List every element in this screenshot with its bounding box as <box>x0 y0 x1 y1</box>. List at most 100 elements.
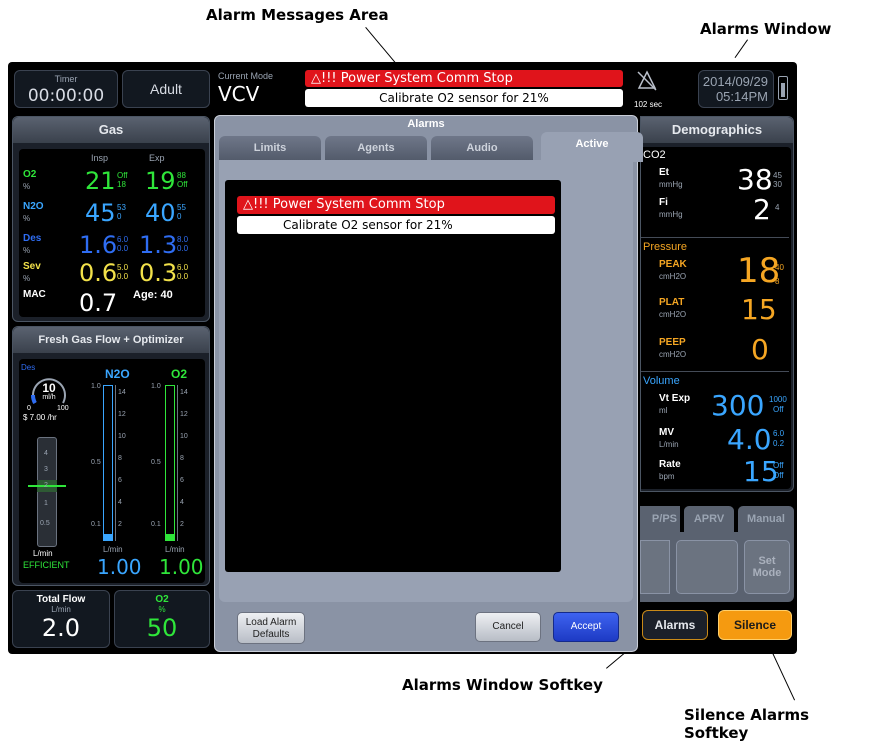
silence-alarms-softkey[interactable]: Silence <box>718 610 792 640</box>
gas-name-sev: Sev <box>23 261 41 272</box>
demographics-button[interactable]: Demographics <box>641 117 793 143</box>
age-label: Age: 40 <box>133 289 173 301</box>
vt-high-limit: 1000 <box>769 395 787 404</box>
plat-unit: cmH2O <box>659 310 687 319</box>
sev-insp-value: 0.6 <box>79 259 118 287</box>
mode-tab-pps[interactable]: P/PS <box>640 506 680 532</box>
mode-tab-manual[interactable]: Manual <box>738 506 794 532</box>
flow-optimizer-gauge: 4 3 2 1 0.5 <box>28 437 66 547</box>
fresh-gas-flow-body: Des 10 ml/h 0 100 $ 7.00 /hr 4 3 2 1 0.5… <box>19 359 205 583</box>
active-alarm-item[interactable]: Calibrate O2 sensor for 21% <box>237 216 555 234</box>
insp-header: Insp <box>91 153 109 163</box>
current-mode-label: Current Mode <box>218 71 274 81</box>
gas-name-o2: O2 <box>23 169 37 180</box>
vt-exp-unit: ml <box>659 406 668 415</box>
flow-tick: 12 <box>180 411 188 418</box>
o2-flow-label: O2 <box>171 367 188 381</box>
des-insp-high-limit: 6.0 <box>117 235 129 244</box>
flow-tick: 10 <box>180 433 188 440</box>
vt-exp-label: Vt Exp <box>659 393 691 404</box>
gas-unit: % <box>23 214 31 223</box>
timer-value: 00:00:00 <box>27 86 105 106</box>
fi-co2-value: 2 <box>753 193 771 226</box>
mode-tab-aprv[interactable]: APRV <box>684 506 734 532</box>
sev-insp-low-limit: 0.0 <box>117 272 129 281</box>
agent-cost: $ 7.00 /hr <box>23 413 57 422</box>
volume-section-label: Volume <box>643 375 680 387</box>
peak-low-limit: 8 <box>775 277 780 286</box>
o2-exp-low-limit: Off <box>177 180 188 189</box>
gas-panel-title: Gas <box>13 117 209 143</box>
gas-name-des: Des <box>23 233 42 244</box>
divider <box>641 237 789 238</box>
peak-label: PEAK <box>659 259 687 270</box>
optimizer-tick: 1 <box>44 500 48 507</box>
fresh-gas-flow-panel: Fresh Gas Flow + Optimizer Des 10 ml/h 0… <box>12 326 210 586</box>
alarms-window-softkey[interactable]: Alarms <box>642 610 708 640</box>
flow-tick: 0.1 <box>151 521 161 528</box>
vt-low-limit: Off <box>773 405 784 414</box>
sev-exp-high-limit: 6.0 <box>177 263 189 272</box>
mode-softkey-2[interactable] <box>676 540 738 594</box>
right-parameters-panel: Demographics CO2 Et mmHg 38 45 30 Fi mmH… <box>640 116 794 492</box>
total-flow-button[interactable]: Total Flow L/min 2.0 <box>12 590 110 648</box>
patient-type-button[interactable]: Adult <box>122 70 210 108</box>
pressure-section-label: Pressure <box>643 241 688 253</box>
vt-exp-value: 300 <box>711 389 765 422</box>
flow-tick: 6 <box>118 477 122 484</box>
alarm-secondary-message[interactable]: Calibrate O2 sensor for 21% <box>305 89 623 107</box>
n2o-exp-low-limit: 0 <box>177 212 182 221</box>
o2-percent-label: O2 <box>155 594 169 605</box>
load-alarm-defaults-line2: Defaults <box>252 629 290 640</box>
et-unit: mmHg <box>659 180 683 189</box>
tab-agents[interactable]: Agents <box>325 136 427 160</box>
flow-tick: 1.0 <box>91 383 101 390</box>
alarm-primary-message[interactable]: △!!! Power System Comm Stop <box>305 70 623 87</box>
alarms-window-title: Alarms <box>407 118 445 130</box>
set-mode-button[interactable]: Set Mode <box>744 540 790 594</box>
timer-box[interactable]: Timer 00:00:00 <box>14 70 118 108</box>
dial-unit: ml/h <box>42 394 56 401</box>
flow-tick: 1.0 <box>151 383 161 390</box>
peep-label: PEEP <box>659 337 686 348</box>
n2o-insp-low-limit: 0 <box>117 212 122 221</box>
tab-audio[interactable]: Audio <box>431 136 533 160</box>
peak-unit: cmH2O <box>659 272 687 281</box>
sev-exp-low-limit: 0.0 <box>177 272 189 281</box>
flow-tick: 0.5 <box>151 459 161 466</box>
mode-softkey-1[interactable] <box>640 540 670 594</box>
o2-flow-unit: L/min <box>165 545 185 554</box>
active-alarm-item[interactable]: △!!! Power System Comm Stop <box>237 196 555 214</box>
accept-button[interactable]: Accept <box>553 612 619 642</box>
gas-panel: Gas Insp Exp O2 % 21 Off 18 19 88 Off N2… <box>12 116 210 322</box>
alarm-silenced-icon <box>637 70 657 91</box>
callout-alarms-window: Alarms Window <box>700 20 832 38</box>
tab-active[interactable]: Active <box>541 132 643 162</box>
alarms-tab-content: △!!! Power System Comm Stop Calibrate O2… <box>219 160 633 602</box>
n2o-exp-high-limit: 55 <box>177 203 186 212</box>
gas-name-n2o: N2O <box>23 201 44 212</box>
des-exp-high-limit: 8.0 <box>177 235 189 244</box>
callout-silence-alarms-softkey: Silence Alarms Softkey <box>684 706 810 742</box>
rate-low-limit: Off <box>773 471 784 480</box>
optimizer-status: EFFICIENT <box>23 560 70 570</box>
flow-tick: 10 <box>118 433 126 440</box>
o2-percent-value: 50 <box>146 614 178 642</box>
plat-label: PLAT <box>659 297 685 308</box>
callout-alarms-window-softkey: Alarms Window Softkey <box>402 676 603 694</box>
cancel-button[interactable]: Cancel <box>475 612 541 642</box>
flow-tick: 6 <box>180 477 184 484</box>
n2o-flow-unit: L/min <box>103 545 123 554</box>
mv-low-limit: 0.2 <box>773 439 785 448</box>
et-high-limit: 45 <box>773 171 782 180</box>
load-alarm-defaults-button[interactable]: Load Alarm Defaults <box>237 612 305 644</box>
n2o-insp-value: 45 <box>85 199 116 227</box>
flow-tick: 4 <box>118 499 122 506</box>
flow-tick: 12 <box>118 411 126 418</box>
tab-limits[interactable]: Limits <box>219 136 321 160</box>
mac-label: MAC <box>23 289 46 300</box>
sev-insp-high-limit: 5.0 <box>117 263 129 272</box>
o2-percent-button[interactable]: O2 % 50 <box>114 590 210 648</box>
rate-high-limit: Off <box>773 461 784 470</box>
n2o-exp-value: 40 <box>145 199 176 227</box>
